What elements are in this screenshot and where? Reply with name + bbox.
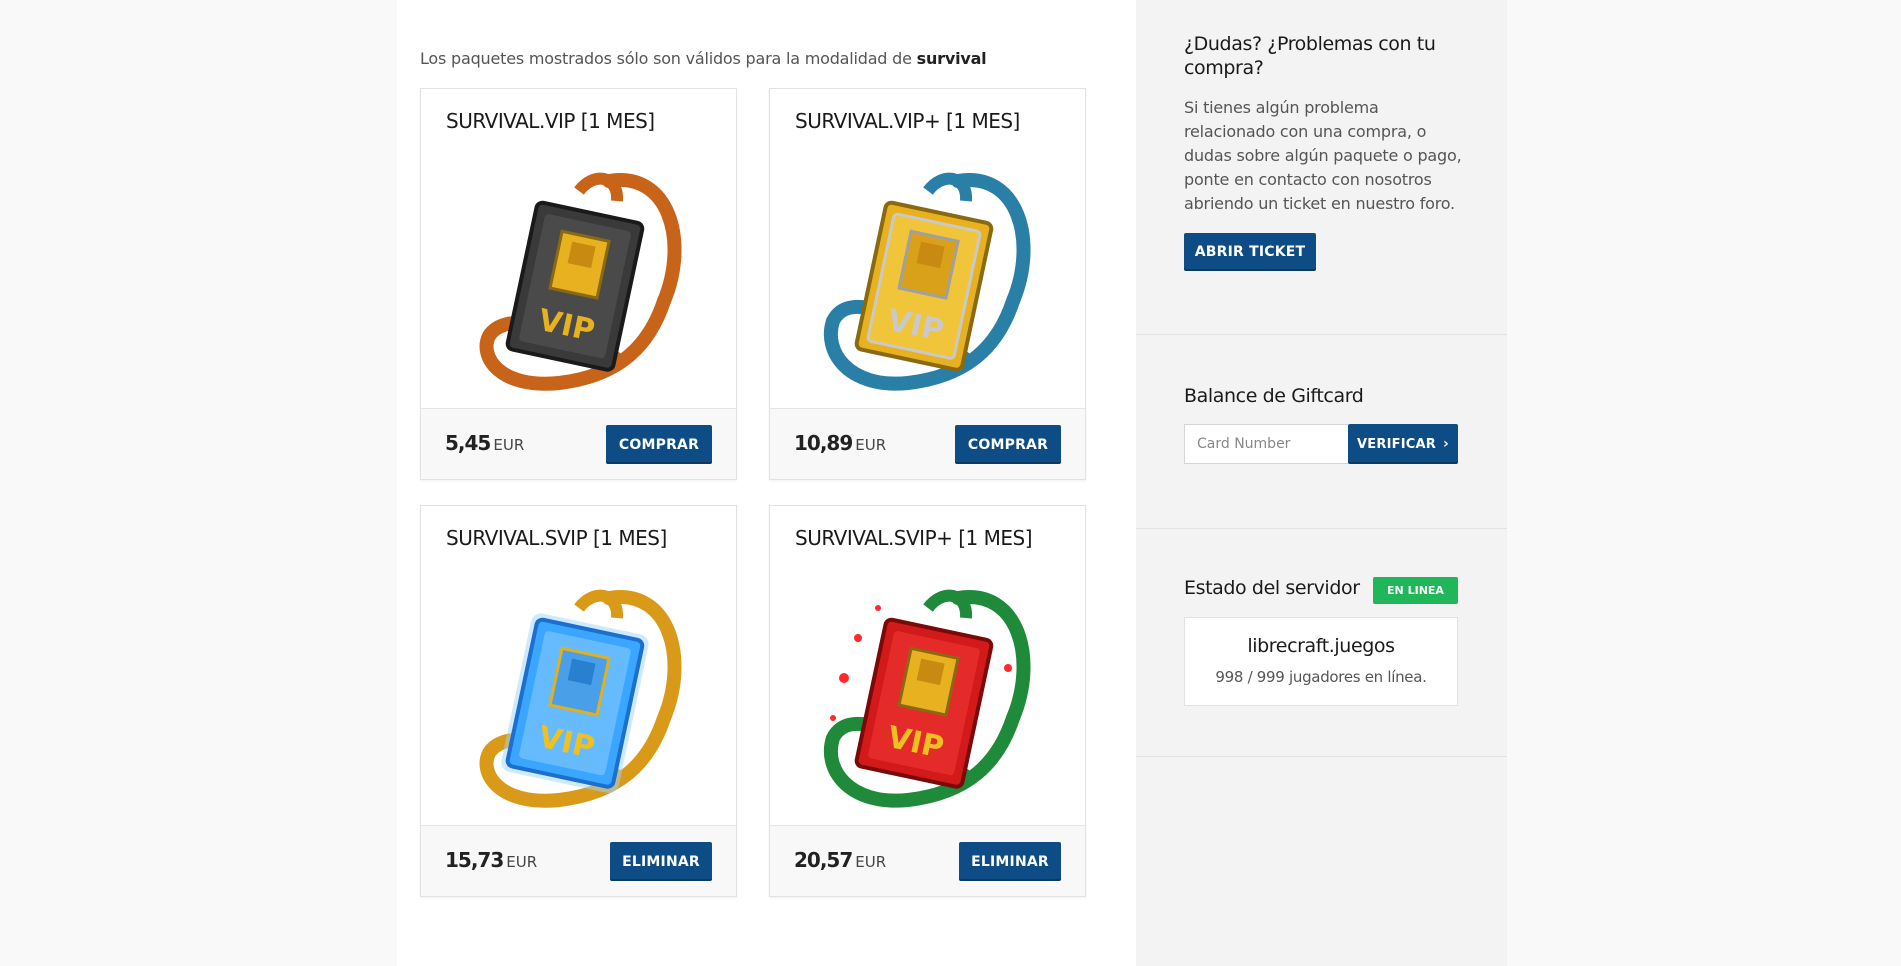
package-footer: 10,89 EUR COMPRAR (770, 408, 1085, 479)
package-price: 15,73 EUR (445, 848, 537, 872)
package-footer: 20,57 EUR ELIMINAR (770, 825, 1085, 896)
price-currency: EUR (493, 436, 525, 454)
mode-notice: Los paquetes mostrados sólo son válidos … (420, 49, 987, 68)
package-price: 20,57 EUR (794, 848, 886, 872)
remove-button[interactable]: ELIMINAR (610, 842, 712, 881)
price-currency: EUR (855, 436, 887, 454)
remove-button[interactable]: ELIMINAR (959, 842, 1061, 881)
help-section: ¿Dudas? ¿Problemas con tu compra? Si tie… (1136, 0, 1507, 335)
player-count: 998 / 999 jugadores en línea. (1215, 668, 1427, 686)
price-currency: EUR (506, 853, 538, 871)
price-amount: 5,45 (445, 431, 491, 455)
notice-text: Los paquetes mostrados sólo son válidos … (420, 49, 917, 68)
help-text: Si tienes algún problema relacionado con… (1184, 98, 1462, 213)
card-number-input[interactable] (1184, 424, 1348, 464)
verify-label: VERIFICAR (1357, 436, 1436, 452)
package-price: 10,89 EUR (794, 431, 886, 455)
package-title: SURVIVAL.VIP+ [1 MES] (795, 109, 1020, 133)
svip-badge-icon: VIP (479, 589, 682, 808)
open-ticket-button[interactable]: ABRIR TICKET (1184, 233, 1316, 271)
package-card: SURVIVAL.SVIP [1 MES] VIP 15,73 EUR ELIMI… (420, 505, 737, 897)
package-title: SURVIVAL.SVIP [1 MES] (446, 526, 667, 550)
price-currency: EUR (855, 853, 887, 871)
buy-button[interactable]: COMPRAR (955, 425, 1061, 464)
help-title: ¿Dudas? ¿Problemas con tu compra? (1184, 33, 1436, 79)
vip-plus-badge-icon: VIP (823, 172, 1031, 391)
chevron-right-icon: › (1442, 436, 1449, 452)
price-amount: 20,57 (794, 848, 853, 872)
main-content: Los paquetes mostrados sólo son válidos … (397, 0, 1136, 966)
server-box[interactable]: librecraft.juegos 998 / 999 jugadores en… (1184, 617, 1458, 706)
package-card: SURVIVAL.VIP+ [1 MES] VIP 10,89 EUR COMPR… (769, 88, 1086, 480)
price-amount: 10,89 (794, 431, 853, 455)
package-footer: 15,73 EUR ELIMINAR (421, 825, 736, 896)
status-badge: EN LINEA (1373, 577, 1458, 604)
server-title: Estado del servidor (1184, 577, 1360, 599)
verify-button[interactable]: VERIFICAR › (1348, 424, 1458, 464)
package-card: SURVIVAL.SVIP+ [1 MES] VIP 20,57 EUR ELI… (769, 505, 1086, 897)
notice-mode: survival (916, 49, 987, 68)
package-title: SURVIVAL.SVIP+ [1 MES] (795, 526, 1033, 550)
svip-plus-badge-icon: VIP (823, 589, 1031, 808)
package-title: SURVIVAL.VIP [1 MES] (446, 109, 655, 133)
package-price: 5,45 EUR (445, 431, 524, 455)
giftcard-title: Balance de Giftcard (1184, 385, 1364, 407)
price-amount: 15,73 (445, 848, 504, 872)
buy-button[interactable]: COMPRAR (606, 425, 712, 464)
page: Los paquetes mostrados sólo son válidos … (0, 0, 1901, 966)
package-footer: 5,45 EUR COMPRAR (421, 408, 736, 479)
sidebar: ¿Dudas? ¿Problemas con tu compra? Si tie… (1136, 0, 1507, 966)
vip-badge-icon: VIP (479, 172, 682, 391)
package-card: SURVIVAL.VIP [1 MES] VIP 5,45 EUR COMPRAR (420, 88, 737, 480)
server-address: librecraft.juegos (1247, 635, 1395, 657)
